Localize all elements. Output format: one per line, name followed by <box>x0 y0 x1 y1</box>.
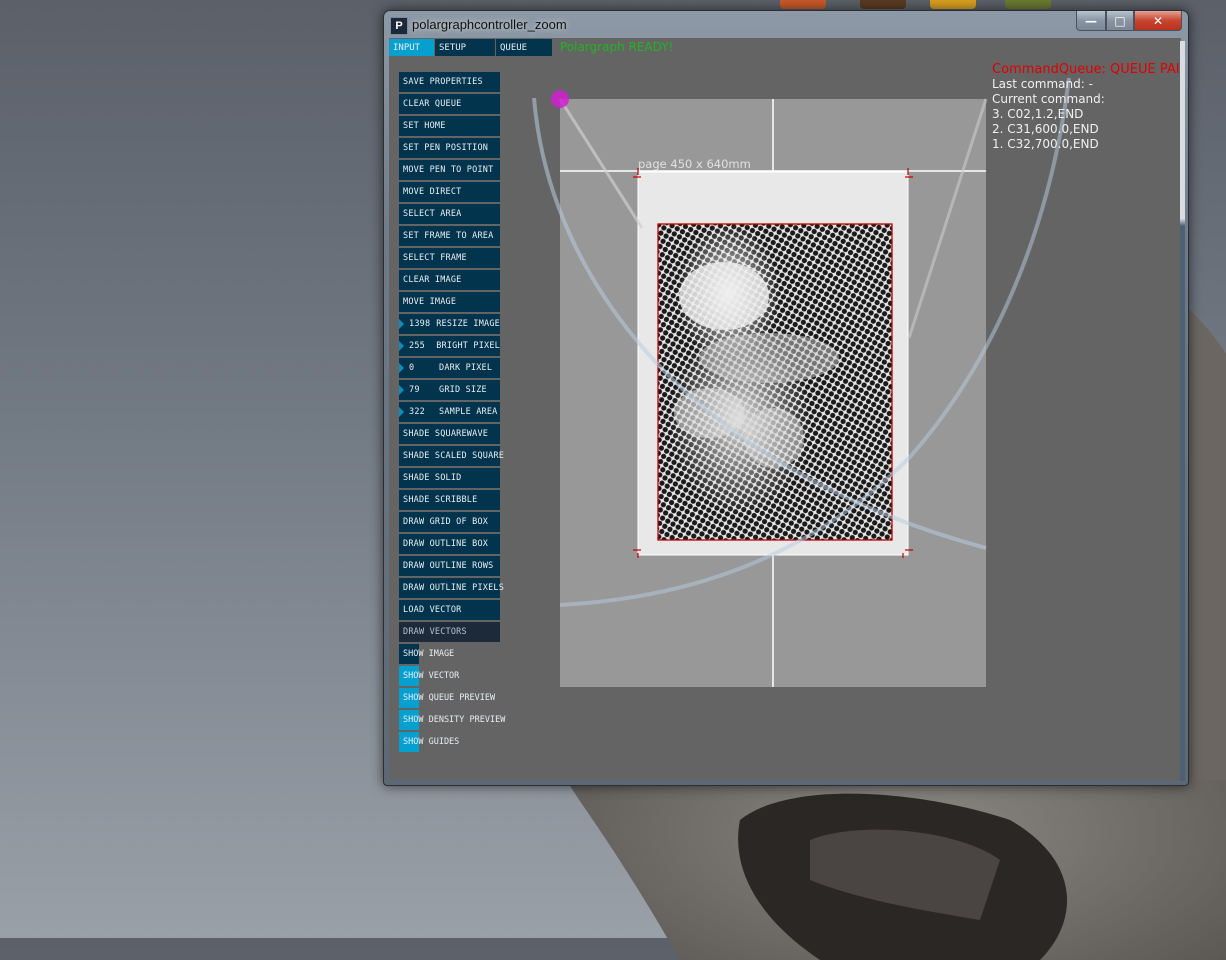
tab-input[interactable]: INPUT <box>389 39 434 56</box>
tab-bar: INPUT SETUP QUEUE <box>389 39 553 56</box>
set-home-button[interactable]: SET HOME <box>399 116 500 136</box>
close-icon: ✕ <box>1152 13 1164 28</box>
control-label: SAMPLE AREA <box>439 407 498 417</box>
last-command: Last command: - <box>992 77 1093 91</box>
close-button[interactable]: ✕ <box>1134 11 1182 31</box>
taskbar-icon[interactable] <box>1005 0 1051 9</box>
select-area-button[interactable]: SELECT AREA <box>399 204 500 224</box>
resize-image-control[interactable]: 1398 RESIZE IMAGE <box>399 314 500 334</box>
taskbar-icons <box>770 0 1060 10</box>
taskbar-icon[interactable] <box>780 0 826 9</box>
page-size-label: page 450 x 640mm <box>638 157 751 171</box>
queue-item: 2. C31,600.0,END <box>992 122 1099 136</box>
numeric-value[interactable]: 1398 <box>403 319 436 329</box>
show-vector-toggle[interactable]: SHOW VECTOR <box>399 666 500 686</box>
numeric-value[interactable]: 322 <box>403 407 439 417</box>
shade-squarewave-button[interactable]: SHADE SQUAREWAVE <box>399 424 500 444</box>
set-pen-position-button[interactable]: SET PEN POSITION <box>399 138 500 158</box>
shade-solid-button[interactable]: SHADE SOLID <box>399 468 500 488</box>
shade-scaled-square-button[interactable]: SHADE SCALED SQUARE <box>399 446 504 466</box>
show-density-preview-toggle[interactable]: SHOW DENSITY PREVIEW <box>399 710 505 730</box>
load-vector-button[interactable]: LOAD VECTOR <box>399 600 500 620</box>
triangle-right-icon <box>399 363 404 373</box>
select-frame-button[interactable]: SELECT FRAME <box>399 248 500 268</box>
dark-pixel-control[interactable]: 0 DARK PIXEL <box>399 358 500 378</box>
clear-queue-button[interactable]: CLEAR QUEUE <box>399 94 500 114</box>
draw-grid-of-box-button[interactable]: DRAW GRID OF BOX <box>399 512 500 532</box>
draw-vectors-button[interactable]: DRAW VECTORS <box>399 622 500 642</box>
numeric-value[interactable]: 79 <box>403 385 439 395</box>
triangle-right-icon <box>399 341 404 351</box>
numeric-value[interactable]: 0 <box>403 363 439 373</box>
taskbar-icon[interactable] <box>860 0 906 9</box>
shade-scribble-button[interactable]: SHADE SCRIBBLE <box>399 490 500 510</box>
tab-setup[interactable]: SETUP <box>435 39 495 56</box>
queue-item: 3. C02,1.2,END <box>992 107 1084 121</box>
triangle-right-icon <box>399 385 404 395</box>
current-command: Current command: <box>992 92 1105 106</box>
app-client-area: page 450 x 640mm INPUT SETUP QUEUE Polargr… <box>389 38 1181 780</box>
app-icon: P <box>390 17 408 35</box>
show-image-toggle[interactable]: SHOW IMAGE <box>399 644 500 664</box>
maximize-button[interactable]: □ <box>1106 11 1134 31</box>
toggle-label: SHOW DENSITY PREVIEW <box>403 715 506 725</box>
maximize-icon: □ <box>1114 13 1126 28</box>
minimize-button[interactable]: — <box>1076 11 1106 31</box>
control-label: DARK PIXEL <box>439 363 493 373</box>
toggle-label: SHOW IMAGE <box>403 649 455 659</box>
triangle-right-icon <box>399 407 404 417</box>
draw-outline-box-button[interactable]: DRAW OUTLINE BOX <box>399 534 500 554</box>
command-queue-panel: CommandQueue: QUEUE PAI Last command: - … <box>992 62 1180 152</box>
window-edge-highlight <box>1180 41 1185 781</box>
show-queue-preview-toggle[interactable]: SHOW QUEUE PREVIEW <box>399 688 500 708</box>
toggle-label: SHOW GUIDES <box>403 737 460 747</box>
control-label: RESIZE IMAGE <box>436 319 500 329</box>
control-panel: SAVE PROPERTIES CLEAR QUEUE SET HOME SET PE… <box>399 72 505 754</box>
clear-image-button[interactable]: CLEAR IMAGE <box>399 270 500 290</box>
pen-position-marker[interactable] <box>551 90 569 108</box>
app-window: P polargraphcontroller_zoom — □ ✕ page 4… <box>383 10 1189 786</box>
move-direct-button[interactable]: MOVE DIRECT <box>399 182 500 202</box>
control-label: GRID SIZE <box>439 385 487 395</box>
control-label: BRIGHT PIXEL <box>436 341 500 351</box>
density-preview-image <box>658 224 892 540</box>
grid-size-control[interactable]: 79 GRID SIZE <box>399 380 500 400</box>
draw-outline-pixels-button[interactable]: DRAW OUTLINE PIXELS <box>399 578 504 598</box>
queue-title[interactable]: CommandQueue: QUEUE PAI <box>992 62 1180 77</box>
window-controls: — □ ✕ <box>1076 11 1182 31</box>
move-pen-to-point-button[interactable]: MOVE PEN TO POINT <box>399 160 500 180</box>
toggle-label: SHOW VECTOR <box>403 671 460 681</box>
status-message: Polargraph READY! <box>560 40 674 54</box>
bright-pixel-control[interactable]: 255 BRIGHT PIXEL <box>399 336 500 356</box>
taskbar-icon[interactable] <box>930 0 976 9</box>
window-title: polargraphcontroller_zoom <box>412 17 567 32</box>
set-frame-to-area-button[interactable]: SET FRAME TO AREA <box>399 226 500 246</box>
toggle-label: SHOW QUEUE PREVIEW <box>403 693 496 703</box>
sample-area-control[interactable]: 322 SAMPLE AREA <box>399 402 500 422</box>
show-guides-toggle[interactable]: SHOW GUIDES <box>399 732 500 752</box>
tab-queue[interactable]: QUEUE <box>496 39 552 56</box>
triangle-right-icon <box>399 319 404 329</box>
move-image-button[interactable]: MOVE IMAGE <box>399 292 500 312</box>
minimize-icon: — <box>1085 13 1097 28</box>
title-bar[interactable]: P polargraphcontroller_zoom — □ ✕ <box>384 11 1188 37</box>
queue-item: 1. C32,700.0,END <box>992 137 1099 151</box>
numeric-value[interactable]: 255 <box>403 341 436 351</box>
draw-outline-rows-button[interactable]: DRAW OUTLINE ROWS <box>399 556 500 576</box>
save-properties-button[interactable]: SAVE PROPERTIES <box>399 72 500 92</box>
